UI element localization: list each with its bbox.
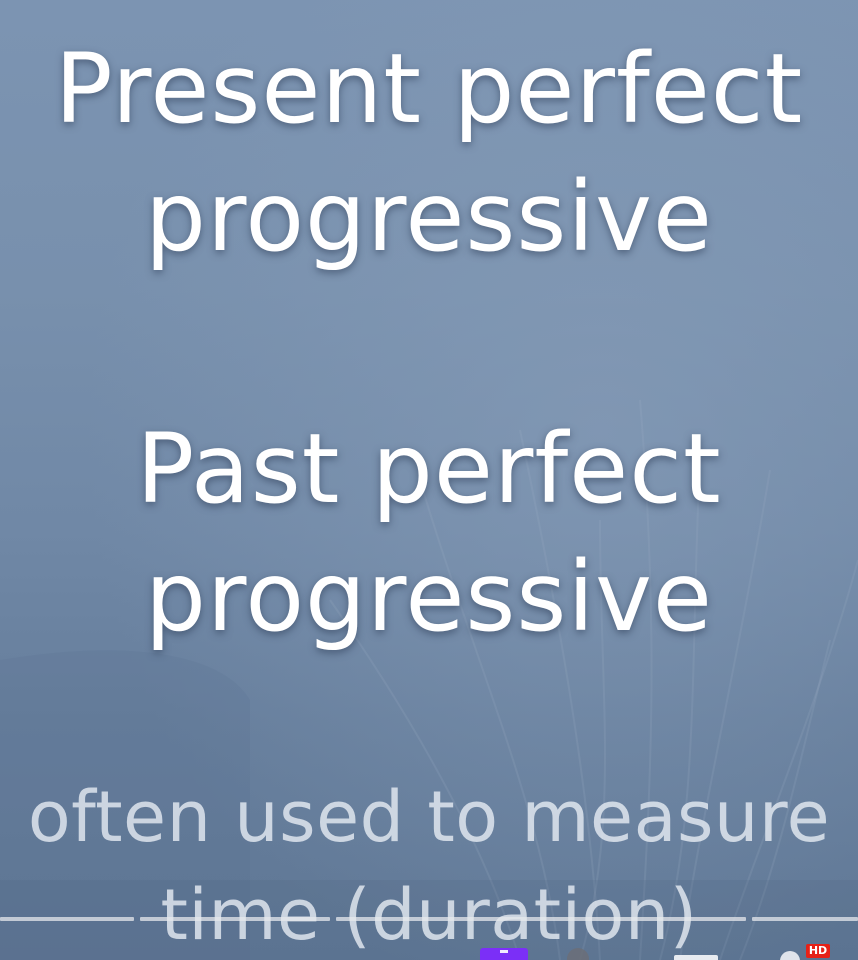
progress-chapter-4[interactable] xyxy=(752,917,858,921)
progress-chapter-3[interactable] xyxy=(336,917,746,921)
heading-2-line-1: Past perfect xyxy=(136,413,722,525)
captions-icon[interactable] xyxy=(480,935,528,960)
player-controls xyxy=(0,935,858,960)
caption-text: often used to measure time (duration) xyxy=(0,768,858,960)
hd-badge: HD xyxy=(806,944,830,958)
heading-present-perfect-progressive: Present perfect progressive xyxy=(0,25,858,281)
heading-past-perfect-progressive: Past perfect progressive xyxy=(0,405,858,661)
caption-line-1: often used to measure xyxy=(27,776,831,858)
settings-gear-icon[interactable] xyxy=(770,935,810,960)
progress-bar[interactable] xyxy=(0,915,858,922)
subtitles-icon[interactable] xyxy=(672,935,720,960)
heading-1-line-2: progressive xyxy=(145,161,713,273)
autoplay-toggle-icon[interactable] xyxy=(560,935,600,960)
heading-1-line-1: Present perfect xyxy=(54,33,804,145)
progress-chapter-2[interactable] xyxy=(140,917,330,921)
heading-2-line-2: progressive xyxy=(145,541,713,653)
progress-chapter-1[interactable] xyxy=(0,917,134,921)
video-player[interactable]: Present perfect progressive Past perfect… xyxy=(0,0,858,960)
